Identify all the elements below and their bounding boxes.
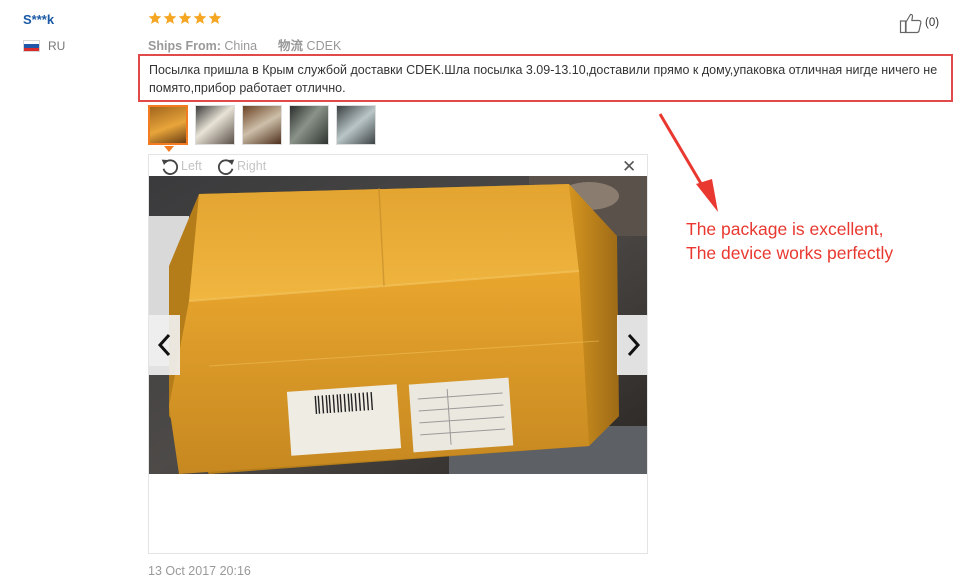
rotate-right-icon bbox=[217, 159, 235, 175]
review-text-highlight: Посылка пришла в Крым службой доставки C… bbox=[138, 54, 953, 102]
carrier-label: 物流 bbox=[278, 39, 304, 53]
star-icon bbox=[178, 11, 192, 24]
chevron-left-icon bbox=[157, 333, 170, 357]
review-text: Посылка пришла в Крым службой доставки C… bbox=[149, 63, 938, 95]
star-icon bbox=[193, 11, 207, 24]
photo-thumbnails bbox=[148, 105, 376, 152]
country-code: RU bbox=[48, 39, 66, 53]
rotate-left-icon bbox=[161, 159, 179, 175]
annotation-line-1: The package is excellent, bbox=[686, 219, 884, 239]
helpful-count: (0) bbox=[925, 17, 940, 29]
next-photo-button[interactable] bbox=[617, 315, 648, 375]
review-photo bbox=[149, 176, 647, 474]
rotate-right-button[interactable]: Right bbox=[215, 155, 266, 177]
star-icon bbox=[208, 11, 222, 24]
previous-photo-button[interactable] bbox=[149, 315, 180, 375]
thumbnail-5[interactable] bbox=[336, 105, 376, 145]
ships-from-label: Ships From: bbox=[148, 39, 221, 53]
rotate-right-label: Right bbox=[237, 159, 267, 173]
close-icon[interactable]: ✕ bbox=[622, 158, 636, 176]
carrier-value: CDEK bbox=[306, 39, 342, 53]
photo-viewer: Left Right ✕ bbox=[148, 154, 648, 554]
russia-flag-icon bbox=[23, 40, 40, 52]
star-icon bbox=[163, 11, 177, 24]
annotation-arrow-icon bbox=[658, 113, 718, 212]
annotation-text: The package is excellent, The device wor… bbox=[686, 217, 893, 265]
thumbnail-2[interactable] bbox=[195, 105, 235, 145]
shipping-info: Ships From: China 物流 CDEK bbox=[148, 35, 341, 54]
reviewer-name[interactable]: S***k bbox=[23, 12, 54, 27]
annotation-line-2: The device works perfectly bbox=[686, 243, 894, 263]
rotate-left-button[interactable]: Left bbox=[159, 155, 202, 177]
star-rating bbox=[148, 11, 222, 25]
review-date: 13 Oct 2017 20:16 bbox=[148, 564, 251, 578]
reviewer-country: RU bbox=[23, 39, 65, 53]
thumbnail-3[interactable] bbox=[242, 105, 282, 145]
thumbnail-4[interactable] bbox=[289, 105, 329, 145]
helpful-button[interactable]: (0) bbox=[899, 12, 939, 34]
star-icon bbox=[148, 11, 162, 24]
thumbnail-1[interactable] bbox=[148, 105, 188, 152]
ships-from-value: China bbox=[224, 39, 258, 53]
rotate-left-label: Left bbox=[181, 159, 202, 173]
active-pointer-icon bbox=[164, 146, 174, 152]
chevron-right-icon bbox=[627, 333, 640, 357]
thumbs-up-icon bbox=[899, 13, 922, 34]
